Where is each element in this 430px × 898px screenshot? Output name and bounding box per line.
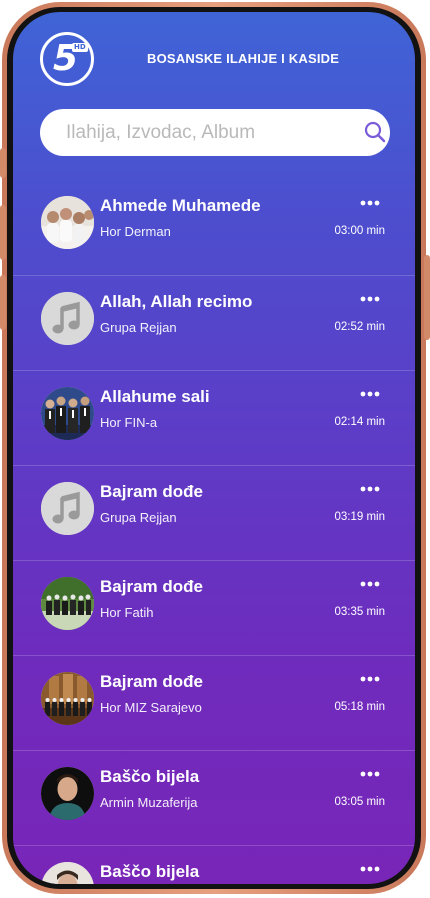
song-duration: 03:05 min (334, 796, 385, 808)
song-cover-person-photo (41, 862, 94, 884)
power-button (424, 255, 430, 340)
more-icon[interactable] (359, 864, 381, 874)
song-duration: 03:00 min (334, 225, 385, 237)
song-cover-placeholder (41, 482, 94, 535)
song-row[interactable]: Bajram dođe Hor Fatih 03:35 min (13, 560, 415, 656)
song-cover-group-photo (41, 387, 94, 440)
more-icon[interactable] (359, 674, 381, 684)
song-row[interactable]: Allah, Allah recimo Grupa Rejjan 02:52 m… (13, 275, 415, 371)
song-title: Bajram dođe (100, 672, 203, 691)
song-artist: Hor Derman (100, 224, 171, 239)
music-note-icon (41, 292, 94, 345)
more-icon[interactable] (359, 769, 381, 779)
app-title: BOSANSKE ILAHIJE I KASIDE (147, 51, 340, 66)
song-artist: Armin Muzaferija (100, 795, 198, 810)
song-duration: 03:19 min (334, 511, 385, 523)
search-bar (40, 109, 390, 156)
song-duration: 02:52 min (334, 321, 385, 333)
song-artist: Grupa Rejjan (100, 320, 177, 335)
song-title: Baščo bijela (100, 862, 200, 881)
song-row[interactable]: Allahume sali Hor FIN-a 02:14 min (13, 370, 415, 466)
search-icon[interactable] (363, 120, 387, 144)
song-row[interactable]: Ahmede Muhamede Hor Derman 03:00 min (13, 180, 415, 275)
song-cover-group-photo (41, 672, 94, 725)
song-title: Allah, Allah recimo (100, 292, 253, 311)
song-cover-person-photo (41, 767, 94, 820)
search-input[interactable] (66, 109, 336, 156)
volume-up-button (0, 205, 6, 260)
more-icon[interactable] (359, 198, 381, 208)
song-row[interactable]: Baščo bijela (13, 845, 415, 884)
song-row[interactable]: Bajram dođe Hor MIZ Sarajevo 05:18 min (13, 655, 415, 751)
song-duration: 05:18 min (334, 701, 385, 713)
song-artist: Hor FIN-a (100, 415, 158, 430)
more-icon[interactable] (359, 579, 381, 589)
song-artist: Hor MIZ Sarajevo (100, 700, 202, 715)
volume-down-button (0, 275, 6, 330)
song-duration: 02:14 min (334, 416, 385, 428)
song-duration: 03:35 min (334, 606, 385, 618)
music-note-icon (41, 482, 94, 535)
song-title: Allahume sali (100, 387, 210, 406)
song-cover-placeholder (41, 292, 94, 345)
song-cover-group-photo (41, 577, 94, 630)
song-artist: Hor Fatih (100, 605, 154, 620)
song-title: Bajram dođe (100, 482, 203, 501)
more-icon[interactable] (359, 389, 381, 399)
app-screen: 5 HD BOSANSKE ILAHIJE I KASIDE Ilahija, … (13, 12, 415, 884)
more-icon[interactable] (359, 484, 381, 494)
song-title: Baščo bijela (100, 767, 200, 786)
song-row[interactable]: Bajram dođe Grupa Rejjan 03:19 min (13, 465, 415, 561)
logo-hd-badge: HD (72, 43, 88, 52)
song-title: Ahmede Muhamede (100, 196, 261, 215)
app-header: 5 HD BOSANSKE ILAHIJE I KASIDE (13, 12, 415, 112)
more-icon[interactable] (359, 294, 381, 304)
song-artist: Grupa Rejjan (100, 510, 177, 525)
silent-switch (0, 148, 6, 178)
app-logo[interactable]: 5 HD (40, 32, 94, 86)
song-title: Bajram dođe (100, 577, 203, 596)
song-cover-group-photo (41, 196, 94, 249)
song-row[interactable]: Baščo bijela Armin Muzaferija 03:05 min (13, 750, 415, 846)
